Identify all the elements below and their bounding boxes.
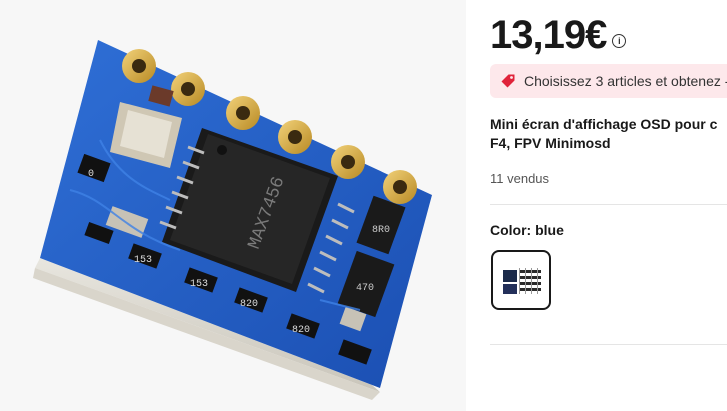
svg-text:153: 153 bbox=[134, 255, 152, 266]
product-title: Mini écran d'affichage OSD pour c F4, FP… bbox=[490, 115, 727, 153]
product-image[interactable]: MAX7456 0 153 153 820 820 8R0 470 bbox=[0, 0, 466, 411]
product-title-line-2: F4, FPV Minimosd bbox=[490, 135, 611, 151]
svg-text:470: 470 bbox=[356, 283, 374, 294]
selected-color: blue bbox=[535, 222, 564, 238]
divider bbox=[490, 344, 727, 345]
svg-text:0: 0 bbox=[88, 169, 94, 180]
osd-board-photo: MAX7456 0 153 153 820 820 8R0 470 bbox=[0, 0, 466, 411]
variant-swatch-blue[interactable] bbox=[491, 250, 551, 310]
price: 13,19€ bbox=[490, 13, 607, 57]
sold-count: 11 vendus bbox=[490, 171, 550, 186]
promo-text: Choisissez 3 articles et obtenez - bbox=[524, 73, 727, 89]
product-title-line-1: Mini écran d'affichage OSD pour c bbox=[490, 116, 718, 132]
color-label: Color: blue bbox=[490, 222, 564, 238]
svg-text:153: 153 bbox=[190, 279, 208, 290]
svg-text:820: 820 bbox=[292, 325, 310, 336]
promo-banner[interactable]: Choisissez 3 articles et obtenez - bbox=[490, 64, 727, 98]
divider bbox=[490, 204, 727, 205]
variant-thumbnail bbox=[497, 256, 545, 304]
info-icon[interactable]: i bbox=[612, 34, 627, 48]
tag-icon bbox=[501, 74, 515, 88]
price-row: 13,19€ i bbox=[490, 12, 627, 58]
svg-text:8R0: 8R0 bbox=[372, 225, 390, 236]
svg-text:820: 820 bbox=[240, 299, 258, 310]
product-info-panel: 13,19€ i Choisissez 3 articles et obtene… bbox=[490, 0, 727, 411]
